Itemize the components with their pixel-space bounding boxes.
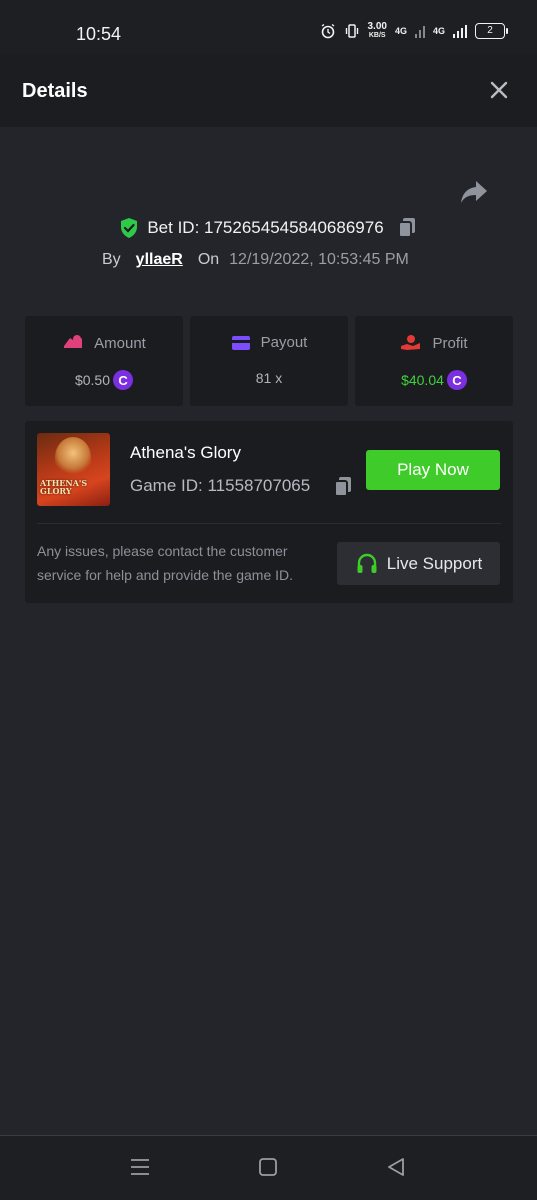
- amount-value: $0.50: [74, 372, 111, 388]
- game-card: ATHENA'S GLORY Athena's Glory Game ID: 1…: [25, 421, 513, 603]
- game-id: Game ID: 11558707065: [130, 476, 311, 495]
- payout-card: Payout 81 x: [190, 316, 348, 406]
- bet-stats: Amount $0.50 C Payout 81 x Profit $40.04…: [25, 316, 513, 406]
- bet-meta-row: By yllaeR On 12/19/2022, 10:53:45 PM: [102, 248, 409, 272]
- speed-unit: KB/S: [368, 32, 386, 39]
- coin-icon: C: [113, 370, 134, 390]
- share-icon[interactable]: [459, 178, 489, 206]
- copy-game-id-icon[interactable]: [332, 475, 354, 499]
- back-icon[interactable]: [386, 1156, 406, 1178]
- payout-value: 81 x: [255, 370, 283, 386]
- signal-icon: [414, 26, 425, 38]
- page-title: Details: [22, 80, 88, 102]
- play-now-button[interactable]: Play Now: [366, 450, 500, 490]
- signal-icon-2: [453, 25, 467, 38]
- battery-icon: 2: [475, 23, 508, 39]
- profit-label: Profit: [432, 334, 468, 352]
- amount-label: Amount: [94, 334, 146, 352]
- game-thumbnail[interactable]: ATHENA'S GLORY: [37, 433, 110, 506]
- on-label: On: [197, 251, 220, 268]
- copy-bet-id-icon[interactable]: [396, 216, 418, 240]
- divider: [37, 523, 501, 524]
- live-support-label: Live Support: [386, 553, 483, 573]
- bet-date: 12/19/2022, 10:53:45 PM: [229, 251, 409, 268]
- game-thumbnail-figure: [55, 437, 91, 477]
- support-info-text: Any issues, please contact the customer …: [37, 543, 294, 583]
- status-time: 10:54: [76, 24, 122, 44]
- bet-id-row: Bet ID: 1752654545840686976: [0, 214, 537, 242]
- game-title: Athena's Glory: [130, 443, 241, 462]
- headset-icon: [357, 553, 377, 573]
- profit-icon: [401, 335, 421, 350]
- live-support-button[interactable]: Live Support: [337, 542, 500, 585]
- network-speed: 3.00 KB/S: [368, 22, 387, 40]
- alarm-icon: [321, 23, 334, 39]
- speed-value: 3.00: [367, 21, 387, 32]
- coin-icon: C: [446, 370, 467, 390]
- bet-id-text: Bet ID: 1752654545840686976: [147, 218, 384, 237]
- payout-label: Payout: [260, 334, 308, 351]
- verified-shield-icon: [121, 218, 138, 238]
- game-thumbnail-logo: ATHENA'S GLORY: [40, 478, 88, 496]
- status-icons: 3.00 KB/S 4G 4G 2: [320, 22, 508, 40]
- home-icon[interactable]: [258, 1156, 278, 1178]
- amount-card: Amount $0.50 C: [25, 316, 183, 406]
- system-nav-bar: [0, 1135, 537, 1200]
- network-type-1: 4G: [394, 26, 407, 36]
- network-type-2: 4G: [432, 26, 445, 36]
- vibrate-icon: [345, 24, 358, 38]
- profit-value: $40.04: [401, 372, 444, 388]
- user-name-link[interactable]: yllaeR: [136, 251, 183, 269]
- details-header: Details: [0, 54, 537, 127]
- close-icon[interactable]: [488, 79, 510, 101]
- profit-card: Profit $40.04 C: [355, 316, 513, 406]
- payout-card-icon: [231, 335, 250, 350]
- menu-icon[interactable]: [130, 1156, 150, 1178]
- status-bar: 10:54 3.00 KB/S 4G 4G 2: [0, 0, 537, 54]
- amount-icon: [64, 335, 83, 348]
- by-label: By: [102, 251, 121, 268]
